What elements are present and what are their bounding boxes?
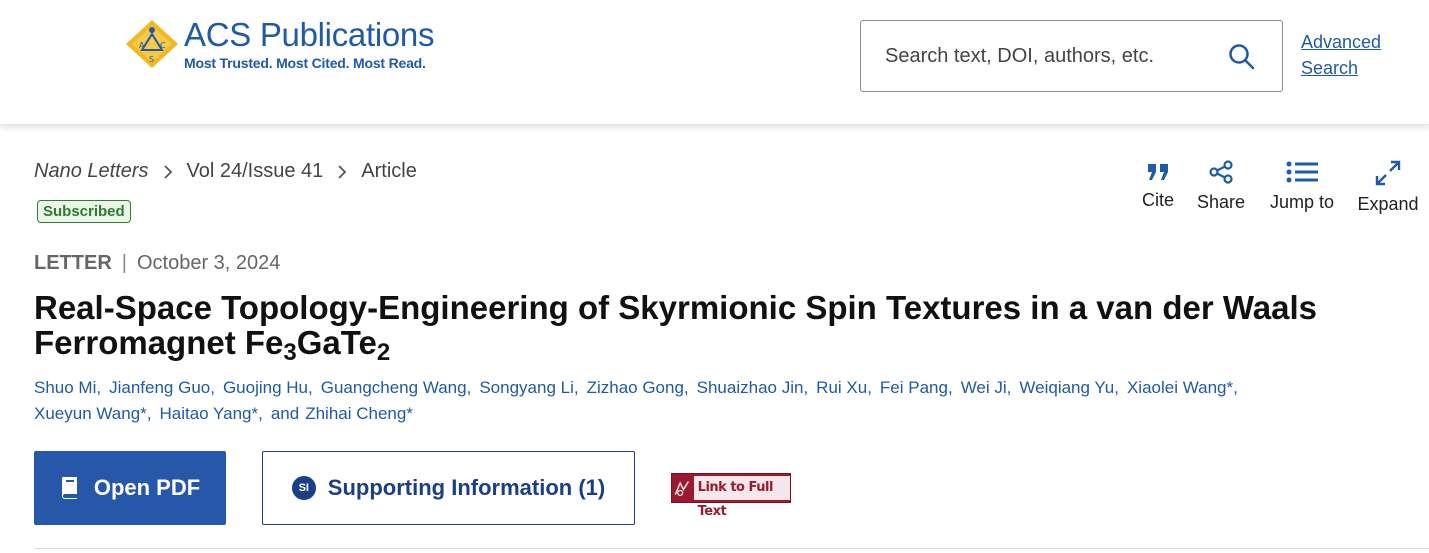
acs-logo-icon: A C S <box>126 20 178 68</box>
subscribed-badge: Subscribed <box>37 200 131 223</box>
cite-label: Cite <box>1141 190 1174 210</box>
site-header: A C S ACS Publications Most Trusted. Mos… <box>0 0 1429 125</box>
svg-text:S: S <box>149 55 154 64</box>
publication-date: October 3, 2024 <box>136 252 281 274</box>
author-line: Shuo Mi, Jianfeng Guo, Guojing Hu, Guangche… <box>34 375 1334 401</box>
jump-to-label: Jump to <box>1269 192 1335 212</box>
author-link[interactable]: Shuaizhao Jin, <box>697 378 809 397</box>
breadcrumb-journal[interactable]: Nano Letters <box>34 160 149 183</box>
link-to-full-text-button[interactable]: Link to Full Text <box>671 473 791 519</box>
expand-button[interactable]: Expand <box>1356 160 1420 215</box>
author-link[interactable]: Songyang Li, <box>479 378 578 397</box>
author-link[interactable]: Rui Xu, <box>816 378 872 397</box>
chevron-right-icon <box>163 164 172 179</box>
search-box <box>860 20 1283 92</box>
author-link[interactable]: Fei Pang, <box>880 378 953 397</box>
search-icon[interactable] <box>1228 43 1256 71</box>
acs-logo[interactable]: A C S ACS Publications Most Trusted. Mos… <box>124 18 434 72</box>
supporting-information-button[interactable]: SI Supporting Information (1) <box>262 451 635 525</box>
logo-tagline: Most Trusted. Most Cited. Most Read. <box>184 55 426 71</box>
breadcrumb-issue[interactable]: Vol 24/Issue 41 <box>187 160 324 183</box>
chevron-right-icon <box>338 164 347 179</box>
list-icon <box>1286 161 1318 183</box>
supporting-information-label: Supporting Information (1) <box>327 475 606 500</box>
expand-icon <box>1375 160 1401 186</box>
author-link[interactable]: Guangcheng Wang, <box>321 378 472 397</box>
author-list: Shuo Mi, Jianfeng Guo, Guojing Hu, Guangche… <box>34 375 1334 427</box>
author-link[interactable]: Xiaolei Wang*, <box>1127 378 1238 397</box>
author-conjunction: and <box>270 404 300 423</box>
article-meta: LETTER | October 3, 2024 <box>34 252 280 275</box>
share-button[interactable]: Share <box>1194 160 1248 213</box>
cite-button[interactable]: Cite <box>1138 160 1178 211</box>
search-input[interactable] <box>885 44 1205 68</box>
share-label: Share <box>1196 192 1246 212</box>
author-line: Xueyun Wang*, Haitao Yang*, and Zhihai Chen… <box>34 401 1334 427</box>
jump-to-button[interactable]: Jump to <box>1266 160 1338 213</box>
full-text-logo-icon <box>672 476 692 500</box>
logo-title: ACS Publications <box>184 16 435 53</box>
breadcrumb: Nano Letters Vol 24/Issue 41 Article <box>34 160 417 183</box>
meta-separator: | <box>121 252 127 274</box>
author-link[interactable]: Shuo Mi, <box>34 378 101 397</box>
section-divider <box>34 548 1429 549</box>
author-link[interactable]: Weiqiang Yu, <box>1019 378 1119 397</box>
full-text-label: Link to Full Text <box>693 476 790 519</box>
svg-text:A: A <box>139 41 145 50</box>
advanced-search-link[interactable]: Advanced Search <box>1301 29 1411 81</box>
author-link[interactable]: Zhihai Cheng* <box>305 404 413 423</box>
author-link[interactable]: Xueyun Wang*, <box>34 404 152 423</box>
si-icon: SI <box>291 476 316 500</box>
article-title: Real-Space Topology-Engineering of Skyrm… <box>34 289 1318 366</box>
svg-text:C: C <box>160 41 166 50</box>
author-link[interactable]: Jianfeng Guo, <box>109 378 215 397</box>
author-link[interactable]: Guojing Hu, <box>223 378 313 397</box>
author-link[interactable]: Haitao Yang*, <box>160 404 263 423</box>
author-link[interactable]: Zizhao Gong, <box>587 378 689 397</box>
book-icon <box>61 477 77 499</box>
breadcrumb-article: Article <box>361 160 417 182</box>
quote-icon <box>1148 164 1168 180</box>
expand-label: Expand <box>1357 194 1419 214</box>
open-pdf-label: Open PDF <box>93 475 201 500</box>
share-icon <box>1209 160 1233 184</box>
article-type: LETTER <box>34 252 112 274</box>
open-pdf-button[interactable]: Open PDF <box>34 451 226 525</box>
author-link[interactable]: Wei Ji, <box>961 378 1012 397</box>
